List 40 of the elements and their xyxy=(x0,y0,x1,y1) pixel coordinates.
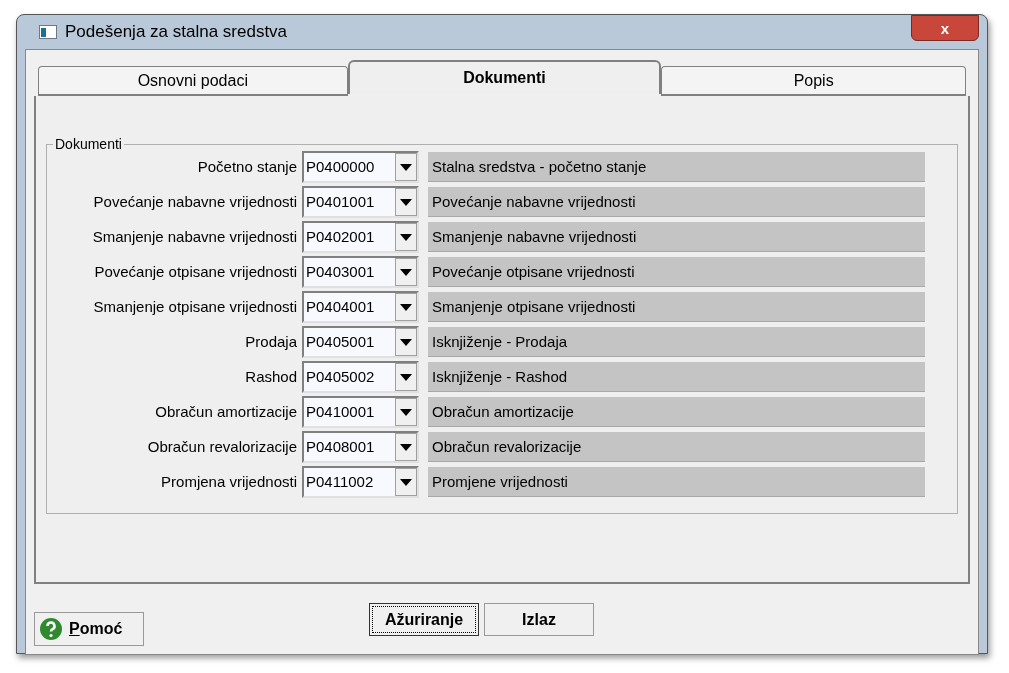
description-field: Obračun amortizacije xyxy=(428,397,925,427)
code-dropdown[interactable]: P0404001 xyxy=(302,291,419,323)
window-icon xyxy=(39,25,57,39)
field-label: Obračun amortizacije xyxy=(154,401,298,422)
description-field: Smanjenje otpisane vrijednosti xyxy=(428,292,925,322)
description-field: Isknjiženje - Rashod xyxy=(428,362,925,392)
window-title: Podešenja za stalna sredstva xyxy=(65,21,288,44)
code-dropdown[interactable]: P0410001 xyxy=(302,396,419,428)
field-label: Povećanje otpisane vrijednosti xyxy=(93,261,298,282)
field-label: Promjena vrijednosti xyxy=(160,471,298,492)
field-label: Obračun revalorizacije xyxy=(146,436,298,457)
description-field: Obračun revalorizacije xyxy=(428,432,925,462)
code-dropdown[interactable]: P0402001 xyxy=(302,221,419,253)
description-field: Promjene vrijednosti xyxy=(428,467,925,497)
field-label: Početno stanje xyxy=(196,156,298,177)
field-label: Povećanje nabavne vrijednosti xyxy=(92,191,298,212)
help-button[interactable]: Pomoć xyxy=(34,612,144,646)
field-label: Smanjenje otpisane vrijednosti xyxy=(92,296,298,317)
code-dropdown[interactable]: P0408001 xyxy=(302,431,419,463)
field-label: Smanjenje nabavne vrijednosti xyxy=(91,226,298,247)
tab[interactable]: Dokumenti xyxy=(347,60,662,94)
code-dropdown[interactable]: P0411002 xyxy=(302,466,419,498)
tab[interactable]: Popis xyxy=(661,66,966,96)
field-label: Rashod xyxy=(244,366,298,387)
exit-button[interactable]: Izlaz xyxy=(484,603,594,636)
description-field: Stalna sredstva - početno stanje xyxy=(428,152,925,182)
tab[interactable]: Osnovni podaci xyxy=(38,66,348,96)
description-field: Povećanje otpisane vrijednosti xyxy=(428,257,925,287)
description-field: Smanjenje nabavne vrijednosti xyxy=(428,222,925,252)
code-dropdown[interactable]: P0400000 xyxy=(302,151,419,183)
code-dropdown[interactable]: P0405001 xyxy=(302,326,419,358)
code-dropdown[interactable]: P0403001 xyxy=(302,256,419,288)
update-button[interactable]: Ažuriranje xyxy=(369,603,479,636)
code-dropdown[interactable]: P0401001 xyxy=(302,186,419,218)
description-field: Povećanje nabavne vrijednosti xyxy=(428,187,925,217)
description-field: Isknjiženje - Prodaja xyxy=(428,327,925,357)
help-icon xyxy=(39,617,63,641)
code-dropdown[interactable]: P0405002 xyxy=(302,361,419,393)
field-label: Prodaja xyxy=(244,331,298,352)
close-button[interactable]: x xyxy=(911,15,979,41)
